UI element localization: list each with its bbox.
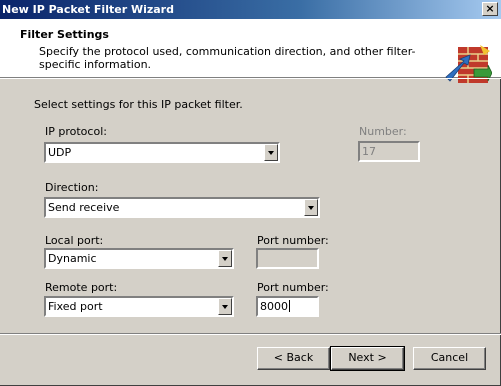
close-icon: × <box>485 2 495 15</box>
wizard-header: Filter Settings Specify the protocol use… <box>0 19 501 83</box>
direction-value: Send receive <box>48 201 120 214</box>
local-port-label: Local port: <box>45 234 104 247</box>
chevron-down-icon[interactable] <box>218 298 232 315</box>
close-button[interactable]: × <box>482 2 498 16</box>
page-title: Filter Settings <box>20 28 109 41</box>
direction-label: Direction: <box>45 181 99 194</box>
direction-select[interactable]: Send receive <box>44 197 320 218</box>
remote-port-select[interactable]: Fixed port <box>44 296 234 317</box>
window-title: New IP Packet Filter Wizard <box>2 3 174 16</box>
title-bar: New IP Packet Filter Wizard × <box>0 0 501 19</box>
ip-protocol-label: IP protocol: <box>45 125 107 138</box>
wizard-window: New IP Packet Filter Wizard × Filter Set… <box>0 0 501 386</box>
remote-port-number-field[interactable]: 8000 <box>256 296 319 317</box>
ip-protocol-select[interactable]: UDP <box>44 142 280 163</box>
text-caret <box>289 300 290 312</box>
ip-protocol-value: UDP <box>48 146 72 159</box>
chevron-down-icon[interactable] <box>264 144 278 161</box>
page-description: Specify the protocol used, communication… <box>39 45 416 71</box>
next-button[interactable]: Next > <box>330 346 405 371</box>
cancel-button[interactable]: Cancel <box>413 347 486 370</box>
remote-port-number-value: 8000 <box>260 300 288 313</box>
back-button[interactable]: < Back <box>257 347 330 370</box>
intro-text: Select settings for this IP packet filte… <box>34 98 243 111</box>
local-port-value: Dynamic <box>48 252 97 265</box>
local-port-number-field <box>256 248 319 269</box>
remote-port-value: Fixed port <box>48 300 103 313</box>
header-separator <box>0 78 501 79</box>
footer-separator-highlight <box>0 334 501 335</box>
wizard-firewall-icon <box>445 45 492 83</box>
number-field: 17 <box>358 141 420 162</box>
number-label: Number: <box>359 125 407 138</box>
remote-port-number-label: Port number: <box>257 281 329 294</box>
local-port-number-label: Port number: <box>257 234 329 247</box>
chevron-down-icon[interactable] <box>218 250 232 267</box>
remote-port-label: Remote port: <box>45 281 118 294</box>
chevron-down-icon[interactable] <box>304 199 318 216</box>
number-value: 17 <box>362 145 376 158</box>
local-port-select[interactable]: Dynamic <box>44 248 234 269</box>
